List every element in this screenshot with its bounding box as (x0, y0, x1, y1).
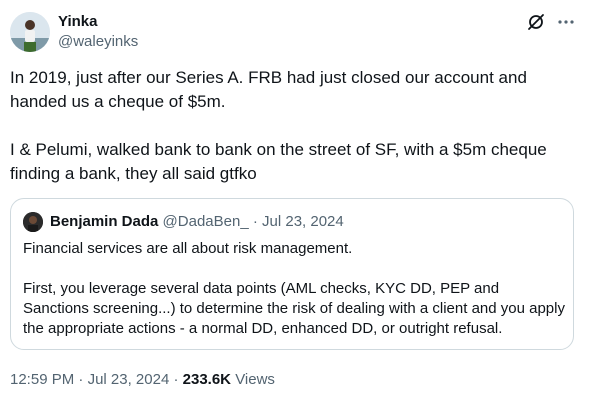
tweet-meta: 12:59 PM · Jul 23, 2024 · 233.6K Views (10, 370, 275, 390)
tweet-text: In 2019, just after our Series A. FRB ha… (10, 66, 570, 186)
author-name[interactable]: Yinka (58, 12, 97, 32)
quoted-paragraph-2: First, you leverage several data points … (23, 280, 565, 337)
tweet-time[interactable]: 12:59 PM (10, 371, 74, 388)
views-count: 233.6K (182, 371, 232, 388)
tweet-date[interactable]: Jul 23, 2024 (88, 371, 170, 388)
quoted-tweet[interactable]: Benjamin Dada @DadaBen_ · Jul 23, 2024 F… (10, 198, 574, 350)
more-options-icon[interactable] (556, 12, 576, 32)
quoted-author-handle: @DadaBen_ (162, 213, 249, 230)
meta-separator-1: · (78, 371, 84, 388)
quoted-date: Jul 23, 2024 (262, 213, 344, 230)
author-avatar[interactable] (10, 12, 50, 52)
quoted-avatar (23, 212, 43, 232)
tweet-paragraph-2: I & Pelumi, walked bank to bank on the s… (10, 140, 547, 183)
views-label: Views (235, 371, 275, 388)
tweet-paragraph-1: In 2019, just after our Series A. FRB ha… (10, 68, 527, 111)
quoted-header: Benjamin Dada @DadaBen_ · Jul 23, 2024 (50, 213, 344, 231)
quoted-text: Financial services are all about risk ma… (23, 239, 568, 339)
grok-icon[interactable] (526, 12, 546, 32)
quoted-author-name: Benjamin Dada (50, 213, 159, 230)
quoted-paragraph-1: Financial services are all about risk ma… (23, 240, 353, 257)
meta-separator-2: · (173, 371, 179, 388)
avatar-photo (10, 12, 50, 52)
quoted-separator: · (252, 213, 258, 230)
author-handle[interactable]: @waleyinks (58, 32, 138, 52)
